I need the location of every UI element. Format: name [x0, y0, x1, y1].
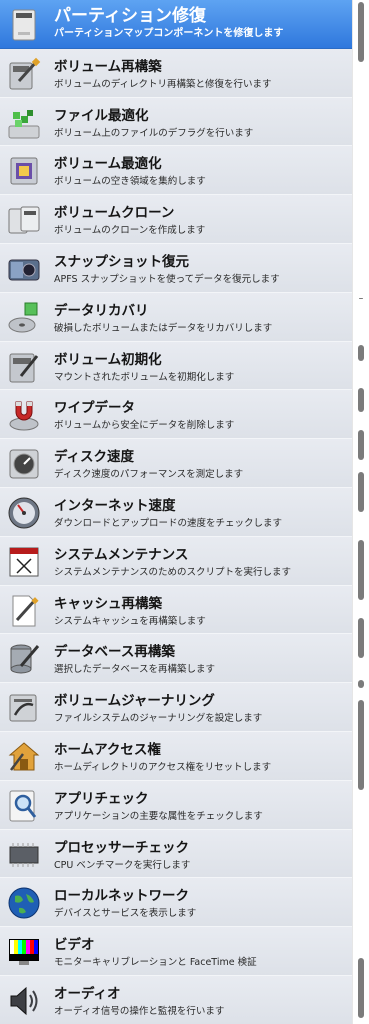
tool-row[interactable]: プロセッサーチェック CPU ベンチマークを実行します [0, 829, 352, 879]
disk-recovery-icon [7, 301, 41, 335]
tool-title: システムメンテナンス [54, 546, 189, 563]
drive-arrow-icon [7, 691, 41, 725]
clone-drives-icon [7, 203, 41, 237]
tool-description: システムメンテナンスのためのスクリプトを実行します [54, 566, 292, 578]
tool-row[interactable]: ディスク速度ディスク速度のパフォーマンスを測定します [0, 439, 352, 488]
tool-description: アプリケーションの主要な属性をチェックします [54, 810, 263, 822]
tool-description: オーディオ信号の操作と監視を行います [54, 1005, 225, 1017]
tool-row[interactable]: ボリューム再構築ボリュームのディレクトリ再構築と修復を行います [0, 48, 352, 98]
tool-row[interactable]: インターネット速度ダウンロードとアップロードの速度をチェックします [0, 487, 352, 537]
file-blocks-icon [7, 106, 41, 140]
tool-description: 破損したボリュームまたはデータをリカバリします [54, 322, 273, 334]
scroll-marker [358, 345, 364, 361]
tool-row[interactable]: ホームアクセス権ホームディレクトリのアクセス権をリセットします [0, 731, 352, 781]
tool-title: ボリュームクローン [54, 205, 175, 222]
tool-row[interactable]: ワイプデータボリュームから安全にデータを削除します [0, 390, 352, 440]
hard-drive-icon [7, 8, 41, 42]
tool-description: ボリュームから安全にデータを削除します [54, 420, 235, 432]
tool-row[interactable]: パーティション修復パーティションマップコンポーネントを修復します [0, 0, 352, 49]
tool-description: CPU ベンチマークを実行します [54, 859, 191, 871]
document-screwdriver-icon [7, 594, 41, 628]
tool-description: モニターキャリブレーションと FaceTime 検証 [54, 957, 257, 969]
tool-description: ファイルシステムのジャーナリングを設定します [54, 713, 263, 725]
tool-title: ホームアクセス権 [54, 741, 161, 758]
vertical-scrollbar[interactable] [352, 0, 369, 1024]
speedometer-icon [7, 496, 41, 530]
color-bars-icon [7, 935, 41, 969]
tool-description: ボリュームの空き領域を集約します [54, 176, 206, 188]
speaker-icon [7, 984, 41, 1018]
scroll-marker [358, 618, 364, 658]
tool-description: ボリュームのクローンを作成します [54, 225, 206, 237]
tool-description: 選択したデータベースを再構築します [54, 664, 216, 676]
tool-title: プロセッサーチェック [54, 839, 189, 856]
tool-title: ファイル最適化 [54, 107, 149, 124]
tool-title: キャッシュ再構築 [54, 595, 162, 612]
tool-row[interactable]: オーディオオーディオ信号の操作と監視を行います [0, 975, 352, 1024]
tool-row[interactable]: スナップショット復元 APFS スナップショットを使ってデータを復元します [0, 243, 352, 293]
tool-title: アプリチェック [54, 790, 149, 807]
scroll-marker [358, 388, 364, 412]
tool-title: オーディオ [54, 985, 121, 1002]
tool-row[interactable]: ボリューム最適化ボリュームの空き領域を集約します [0, 146, 352, 196]
tool-title: スナップショット復元 [54, 253, 189, 270]
tool-title: ボリュームジャーナリング [54, 693, 215, 710]
calendar-x-icon [7, 545, 41, 579]
drive-eraser-icon [7, 350, 41, 384]
tool-description: ディスク速度のパフォーマンスを測定します [54, 469, 244, 481]
tool-row[interactable]: アプリチェックアプリケーションの主要な属性をチェックします [0, 780, 352, 830]
tool-title: ローカルネットワーク [54, 888, 189, 905]
tool-row[interactable]: ボリュームジャーナリングファイルシステムのジャーナリングを設定します [0, 683, 352, 732]
globe-icon [7, 886, 41, 920]
camera-icon [7, 252, 41, 286]
scroll-marker [358, 472, 364, 512]
tool-title: インターネット速度 [54, 497, 176, 514]
tool-description: ボリューム上のファイルのデフラグを行います [54, 127, 254, 139]
tool-description: ホームディレクトリのアクセス権をリセットします [54, 761, 272, 773]
database-screwdriver-icon [7, 642, 41, 676]
tool-row[interactable]: ボリュームクローンボリュームのクローンを作成します [0, 195, 352, 244]
tool-title: データベース再構築 [54, 644, 175, 661]
tool-description: マウントされたボリュームを初期化します [54, 371, 235, 383]
home-wrench-icon [7, 740, 41, 774]
tool-row[interactable]: システムメンテナンスシステムメンテナンスのためのスクリプトを実行します [0, 536, 352, 586]
scroll-marker [358, 430, 364, 460]
scroll-marker [359, 298, 363, 299]
tool-row[interactable]: データベース再構築選択したデータベースを再構築します [0, 634, 352, 684]
scroll-marker [358, 680, 364, 688]
tool-title: ボリューム最適化 [54, 156, 162, 173]
tool-title: ボリューム再構築 [54, 58, 162, 75]
tool-list: パーティション修復パーティションマップコンポーネントを修復しますボリューム再構築… [0, 0, 352, 1024]
tool-title: パーティション修復 [54, 6, 206, 26]
tool-row[interactable]: ビデオモニターキャリブレーションと FaceTime 検証 [0, 927, 352, 976]
tool-row[interactable]: キャッシュ再構築システムキャッシュを再構築します [0, 585, 352, 635]
tool-description: ボリュームのディレクトリ再構築と修復を行います [54, 78, 272, 90]
magnet-drive-icon [7, 398, 41, 432]
screwdriver-drive-icon [7, 57, 41, 91]
scroll-marker [358, 700, 364, 790]
scroll-marker [358, 958, 364, 1018]
tool-row[interactable]: データリカバリ破損したボリュームまたはデータをリカバリします [0, 292, 352, 342]
tool-title: ボリューム初期化 [54, 351, 162, 368]
chip-drive-icon [7, 154, 41, 188]
scroll-marker [358, 540, 364, 600]
drive-gauge-icon [7, 447, 41, 481]
tool-title: ディスク速度 [54, 449, 135, 466]
tool-description: システムキャッシュを再構築します [54, 615, 206, 627]
tool-description: APFS スナップショットを使ってデータを復元します [54, 273, 280, 285]
tool-description: ダウンロードとアップロードの速度をチェックします [54, 517, 283, 529]
tool-row[interactable]: ローカルネットワークデバイスとサービスを表示します [0, 878, 352, 928]
magnifier-icon [7, 789, 41, 823]
tool-title: ワイプデータ [54, 400, 135, 417]
tool-row[interactable]: ファイル最適化ボリューム上のファイルのデフラグを行います [0, 97, 352, 147]
scroll-thumb[interactable] [358, 2, 364, 62]
cpu-chip-icon [7, 838, 41, 872]
tool-title: データリカバリ [54, 302, 149, 319]
tool-title: ビデオ [54, 937, 95, 954]
tool-row[interactable]: ボリューム初期化マウントされたボリュームを初期化します [0, 341, 352, 391]
tool-description: パーティションマップコンポーネントを修復します [54, 28, 284, 39]
tool-description: デバイスとサービスを表示します [54, 908, 197, 920]
